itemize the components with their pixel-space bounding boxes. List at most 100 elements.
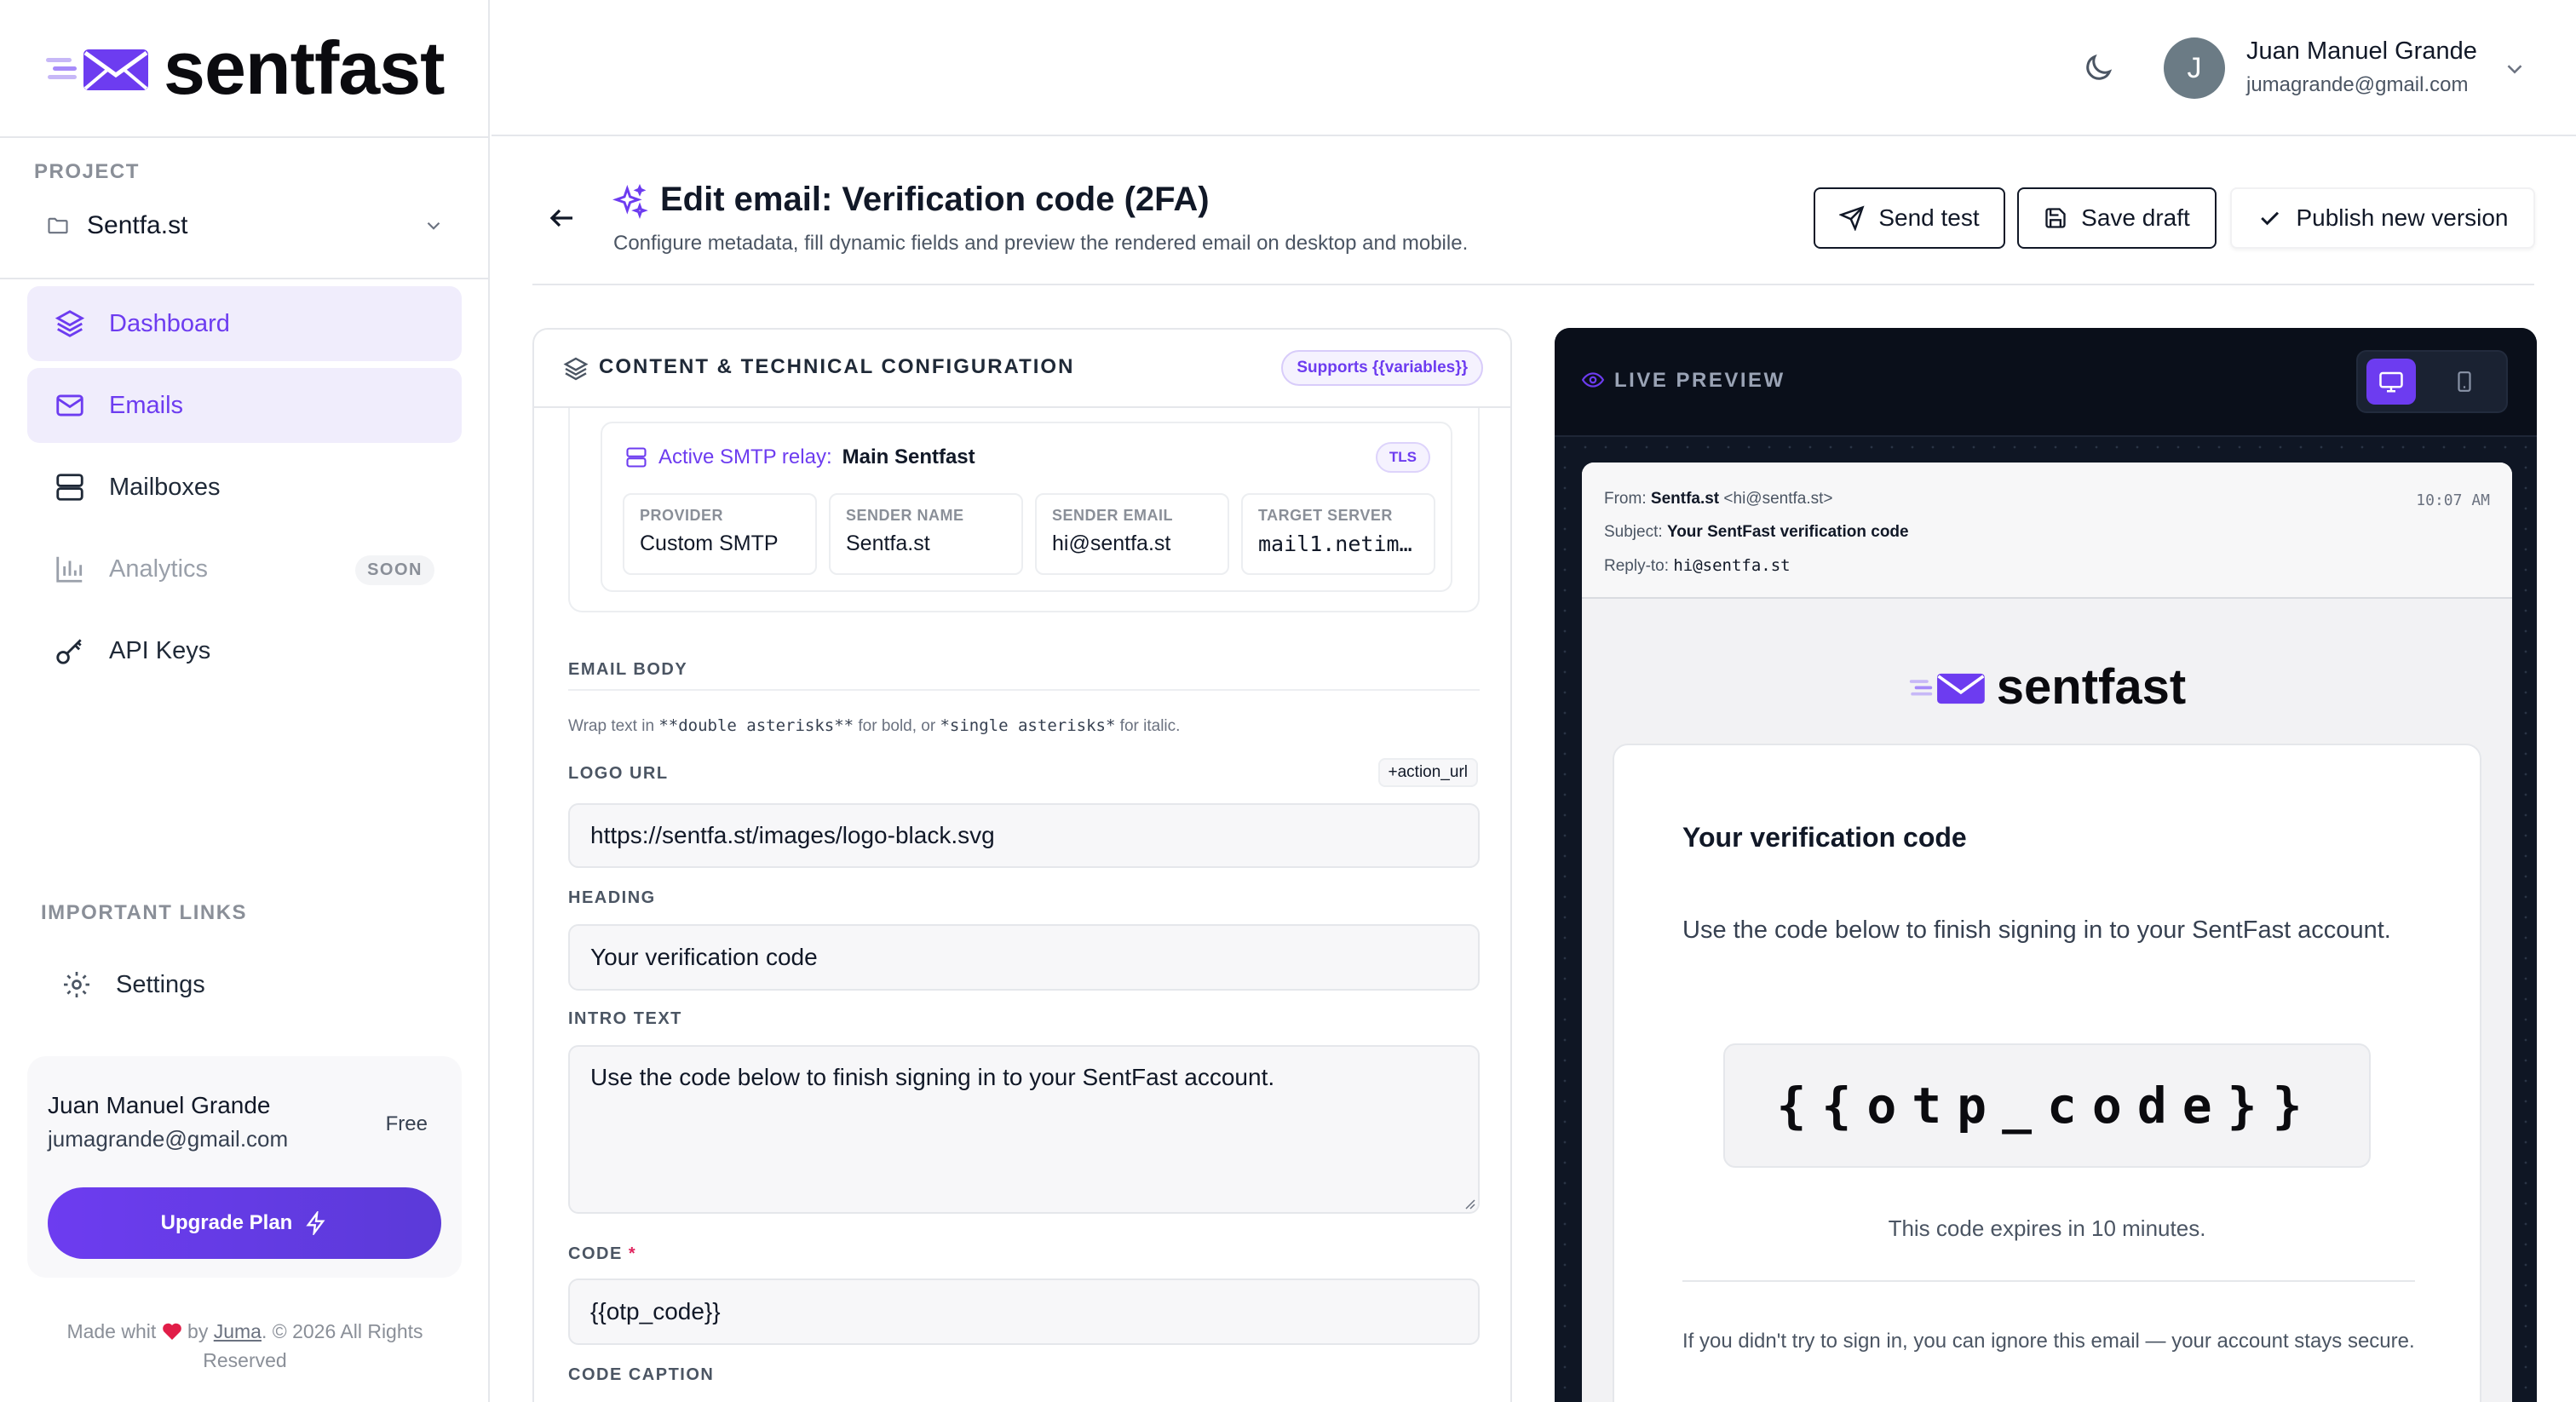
user-name: Juan Manuel Grande xyxy=(2246,37,2477,65)
sidebar-item-label: Mailboxes xyxy=(109,473,221,501)
mail-speed-icon xyxy=(46,49,148,90)
hint-pre: Wrap text in xyxy=(568,717,655,735)
email-time: 10:07 AM xyxy=(2416,491,2490,509)
smtp-section: Active SMTP relay: Main Sentfast TLS PRO… xyxy=(568,408,1480,612)
resize-handle-icon[interactable] xyxy=(1459,1193,1476,1210)
sidebar-item-settings[interactable]: Settings xyxy=(34,947,460,1022)
divider xyxy=(0,278,490,279)
brand-logo[interactable]: sentfast xyxy=(44,26,445,111)
eye-icon xyxy=(1581,372,1605,388)
topbar: J Juan Manuel Grande jumagrande@gmail.co… xyxy=(492,0,2576,136)
cell-label: TARGET SERVER xyxy=(1258,507,1393,524)
save-draft-label: Save draft xyxy=(2081,204,2190,231)
sidebar-item-label: Dashboard xyxy=(109,309,230,337)
email-body-label: EMAIL BODY xyxy=(568,660,688,679)
smtp-provider: PROVIDER Custom SMTP xyxy=(623,493,817,575)
smtp-relay-title: Active SMTP relay: Main Sentfast xyxy=(624,445,975,469)
chevron-down-icon xyxy=(427,221,440,230)
email-card: Your verification code Use the code belo… xyxy=(1613,744,2481,1402)
bar-chart-icon xyxy=(53,552,87,586)
divider xyxy=(568,689,1480,691)
chevron-down-icon[interactable] xyxy=(2502,56,2527,82)
server-icon xyxy=(53,470,87,504)
config-panel-title: CONTENT & TECHNICAL CONFIGURATION xyxy=(599,355,1075,378)
avatar[interactable]: J xyxy=(2164,37,2225,99)
important-links-label: IMPORTANT LINKS xyxy=(41,901,248,924)
email-logo-text: sentfast xyxy=(1996,659,2187,715)
logo-url-input[interactable]: https://sentfa.st/images/logo-black.svg xyxy=(568,803,1480,868)
cell-value: Sentfa.st xyxy=(846,531,930,555)
sidebar-item-mailboxes[interactable]: Mailboxes xyxy=(27,450,462,525)
mail-speed-icon xyxy=(1909,673,1985,704)
moon-icon[interactable] xyxy=(2081,51,2115,85)
user-name: Juan Manuel Grande xyxy=(48,1092,271,1118)
sidebar-item-analytics[interactable]: Analytics SOON xyxy=(27,531,462,606)
desktop-view-button[interactable] xyxy=(2366,359,2416,405)
email-heading: Your verification code xyxy=(1682,822,1967,853)
email-code-box: {{otp_code}} xyxy=(1723,1043,2371,1168)
smtp-sender-name: SENDER NAME Sentfa.st xyxy=(829,493,1023,575)
key-icon xyxy=(53,634,87,668)
soon-badge: SOON xyxy=(355,555,434,585)
smartphone-icon xyxy=(2458,371,2471,392)
intro-text-value: Use the code below to finish signing in … xyxy=(590,1064,1275,1090)
cell-label: PROVIDER xyxy=(640,507,724,524)
divider xyxy=(1682,1280,2415,1282)
folder-icon xyxy=(48,217,68,234)
sidebar-item-label: Settings xyxy=(116,970,205,998)
upgrade-plan-button[interactable]: Upgrade Plan xyxy=(48,1187,441,1259)
project-label: PROJECT xyxy=(34,160,140,183)
lightning-icon xyxy=(306,1211,325,1235)
smtp-relay-card: Active SMTP relay: Main Sentfast TLS PRO… xyxy=(601,422,1452,592)
brand-name: sentfast xyxy=(164,26,445,110)
email-preview-window: From: Sentfa.st <hi@sentfa.st> 10:07 AM … xyxy=(1582,463,2512,1402)
save-draft-button[interactable]: Save draft xyxy=(2017,187,2217,249)
project-selector[interactable]: Sentfa.st xyxy=(44,204,445,247)
sidebar-item-api-keys[interactable]: API Keys xyxy=(27,613,462,688)
from-name: Sentfa.st xyxy=(1650,490,1720,508)
preview-header: LIVE PREVIEW xyxy=(1555,328,2537,437)
intro-text-textarea[interactable]: Use the code below to finish signing in … xyxy=(568,1045,1480,1214)
config-panel-header: CONTENT & TECHNICAL CONFIGURATION Suppor… xyxy=(534,330,1510,408)
footer-pre: Made whit xyxy=(66,1320,157,1342)
tls-badge: TLS xyxy=(1375,442,1430,473)
back-arrow-icon[interactable] xyxy=(545,203,579,233)
email-logo: sentfast xyxy=(1582,658,2512,715)
subject-line: Subject: Your SentFast verification code xyxy=(1604,523,1909,542)
user-email: jumagrande@gmail.com xyxy=(48,1126,289,1152)
server-icon xyxy=(626,447,647,468)
sparkles-icon xyxy=(612,184,648,219)
footer-note: Made whit by Juma. © 2026 All Rights Res… xyxy=(34,1317,456,1375)
email-code-caption: This code expires in 10 minutes. xyxy=(1888,1215,2206,1241)
smtp-sender-email: SENDER EMAIL hi@sentfa.st xyxy=(1035,493,1229,575)
subject-label: Subject: xyxy=(1604,523,1663,541)
heart-icon xyxy=(162,1323,181,1340)
device-toggle xyxy=(2356,350,2508,413)
code-input[interactable]: {{otp_code}} xyxy=(568,1278,1480,1345)
gear-icon xyxy=(60,968,94,1002)
send-test-button[interactable]: Send test xyxy=(1814,187,2005,249)
sidebar-item-emails[interactable]: Emails xyxy=(27,368,462,443)
cell-value: Custom SMTP xyxy=(640,531,779,555)
reply-to-label: Reply-to: xyxy=(1604,557,1670,575)
formatting-hint: Wrap text in **double asterisks** for bo… xyxy=(568,716,1180,736)
divider xyxy=(532,284,2534,285)
from-label: From: xyxy=(1604,490,1647,508)
publish-button[interactable]: Publish new version xyxy=(2230,187,2535,249)
layers-icon xyxy=(53,307,87,341)
footer-author-link[interactable]: Juma xyxy=(214,1320,262,1342)
mobile-view-button[interactable] xyxy=(2440,359,2489,405)
reply-to-line: Reply-to: hi@sentfa.st xyxy=(1604,556,1791,576)
cell-label: SENDER EMAIL xyxy=(1052,507,1174,524)
sidebar-item-dashboard[interactable]: Dashboard xyxy=(27,286,462,361)
action-url-tag[interactable]: +action_url xyxy=(1377,758,1478,787)
required-marker: * xyxy=(628,1244,637,1263)
hint-italic: *single asterisks* xyxy=(940,716,1116,735)
hint-post: for italic. xyxy=(1119,717,1181,735)
heading-label: HEADING xyxy=(568,888,656,907)
live-preview-panel: LIVE PREVIEW From: Sentfa.st <hi@sentfa.… xyxy=(1555,328,2537,1402)
heading-input[interactable]: Your verification code xyxy=(568,924,1480,991)
monitor-icon xyxy=(2379,371,2403,393)
page-subtitle: Configure metadata, fill dynamic fields … xyxy=(613,232,1469,255)
logo-url-label: LOGO URL xyxy=(568,764,669,783)
